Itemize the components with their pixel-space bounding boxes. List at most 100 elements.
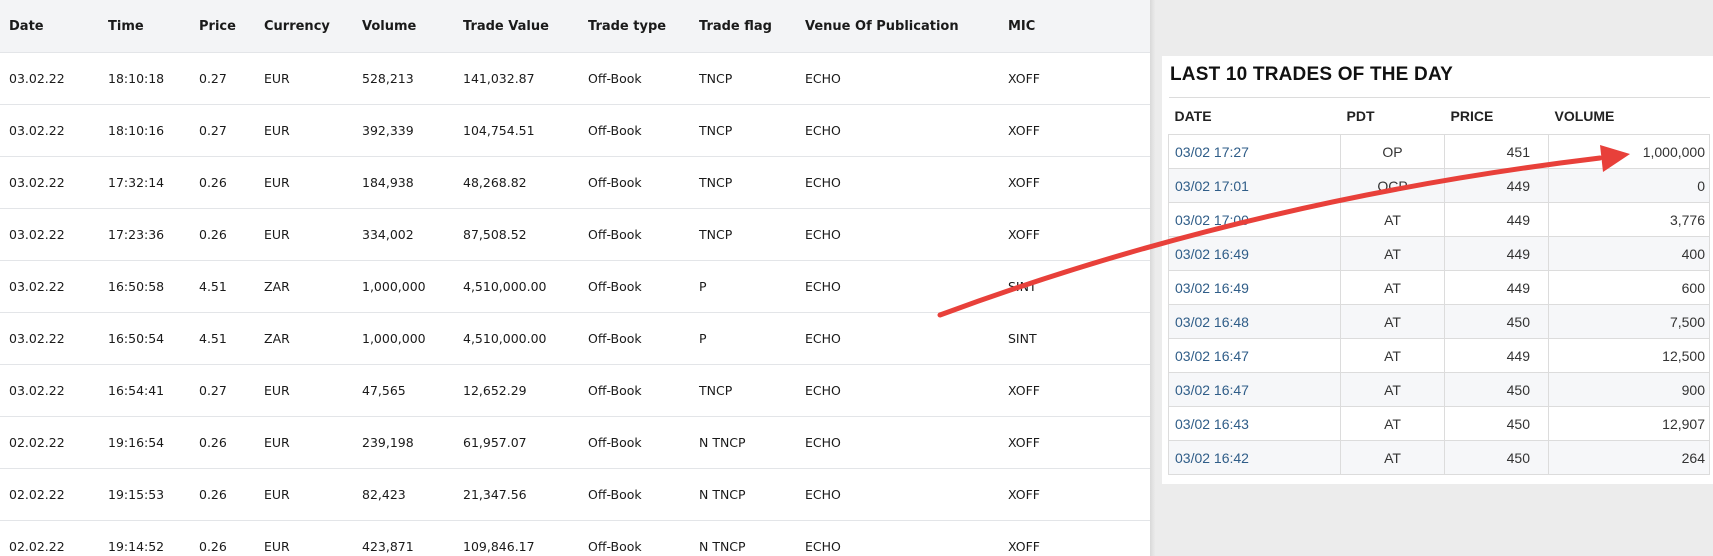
trade-date[interactable]: 03/02 16:48: [1168, 304, 1341, 339]
cell-volume: 392,339: [353, 104, 454, 157]
cell-volume: 423,871: [353, 520, 454, 556]
cell-volume: 239,198: [353, 416, 454, 469]
trade-price: 451: [1444, 134, 1549, 169]
column-header-trade-flag[interactable]: Trade flag: [690, 0, 796, 53]
cell-mic: XOFF: [999, 208, 1150, 261]
cell-trade-type: Off-Book: [579, 416, 690, 469]
trade-pdt: AT: [1340, 202, 1445, 237]
trade-date-link[interactable]: 03/02 17:00: [1175, 212, 1249, 228]
trade-date-link[interactable]: 03/02 16:48: [1175, 314, 1249, 330]
trade-pdt: AT: [1340, 440, 1445, 475]
table-row: 03.02.22 16:50:58 4.51 ZAR 1,000,000 4,5…: [0, 260, 1150, 313]
trade-history-panel: Date Time Price Currency Volume Trade Va…: [0, 0, 1150, 556]
cell-price: 0.27: [190, 364, 255, 417]
cell-price: 0.27: [190, 52, 255, 105]
trade-volume: 3,776: [1548, 202, 1710, 237]
trade-date[interactable]: 03/02 16:49: [1168, 236, 1341, 271]
last-trades-window: LAST 10 TRADES OF THE DAY DATE PDT PRICE…: [1156, 0, 1713, 556]
cell-trade-flag: TNCP: [690, 104, 796, 157]
trade-volume: 12,907: [1548, 406, 1710, 441]
cell-trade-type: Off-Book: [579, 312, 690, 365]
cell-trade-value: 4,510,000.00: [454, 260, 579, 313]
table-row: 03.02.22 18:10:18 0.27 EUR 528,213 141,0…: [0, 52, 1150, 105]
cell-venue: ECHO: [796, 104, 999, 157]
column-header-pdt: PDT: [1340, 97, 1445, 135]
column-header-mic[interactable]: MIC: [999, 0, 1150, 53]
cell-date: 03.02.22: [0, 104, 99, 157]
cell-time: 17:23:36: [99, 208, 190, 261]
cell-volume: 1,000,000: [353, 312, 454, 365]
trade-date-link[interactable]: 03/02 17:01: [1175, 178, 1249, 194]
column-header-volume[interactable]: Volume: [353, 0, 454, 53]
cell-trade-value: 141,032.87: [454, 52, 579, 105]
trade-price: 449: [1444, 236, 1549, 271]
trade-date[interactable]: 03/02 17:01: [1168, 168, 1341, 203]
cell-trade-value: 87,508.52: [454, 208, 579, 261]
cell-trade-value: 12,652.29: [454, 364, 579, 417]
cell-trade-type: Off-Book: [579, 364, 690, 417]
trade-row: 03/02 16:47 AT 449 12,500: [1168, 338, 1710, 373]
cell-volume: 334,002: [353, 208, 454, 261]
trade-date-link[interactable]: 03/02 16:47: [1175, 382, 1249, 398]
cell-price: 0.26: [190, 156, 255, 209]
trade-pdt: AT: [1340, 236, 1445, 271]
trade-row: 03/02 16:48 AT 450 7,500: [1168, 304, 1710, 339]
trade-volume: 1,000,000: [1548, 134, 1710, 169]
cell-currency: EUR: [255, 416, 353, 469]
trade-date[interactable]: 03/02 16:47: [1168, 338, 1341, 373]
trade-pdt: OCP: [1340, 168, 1445, 203]
trade-row: 03/02 16:42 AT 450 264: [1168, 440, 1710, 475]
trade-date-link[interactable]: 03/02 16:49: [1175, 246, 1249, 262]
trade-date-link[interactable]: 03/02 17:27: [1175, 144, 1249, 160]
trade-date-link[interactable]: 03/02 16:43: [1175, 416, 1249, 432]
cell-trade-flag: P: [690, 260, 796, 313]
cell-trade-value: 109,846.17: [454, 520, 579, 556]
cell-mic: XOFF: [999, 156, 1150, 209]
trade-date[interactable]: 03/02 17:27: [1168, 134, 1341, 169]
table-row: 03.02.22 16:50:54 4.51 ZAR 1,000,000 4,5…: [0, 312, 1150, 365]
last-trades-body: 03/02 17:27 OP 451 1,000,000 03/02 17:01…: [1168, 134, 1710, 475]
trade-pdt: AT: [1340, 406, 1445, 441]
cell-trade-flag: N TNCP: [690, 468, 796, 521]
trade-date[interactable]: 03/02 16:42: [1168, 440, 1341, 475]
trade-volume: 0: [1548, 168, 1710, 203]
trade-date[interactable]: 03/02 17:00: [1168, 202, 1341, 237]
cell-mic: XOFF: [999, 468, 1150, 521]
cell-trade-value: 61,957.07: [454, 416, 579, 469]
cell-trade-type: Off-Book: [579, 520, 690, 556]
cell-venue: ECHO: [796, 156, 999, 209]
column-header-date: DATE: [1168, 97, 1341, 135]
trade-price: 449: [1444, 270, 1549, 305]
trade-date-link[interactable]: 03/02 16:49: [1175, 280, 1249, 296]
column-header-trade-type[interactable]: Trade type: [579, 0, 690, 53]
cell-time: 16:50:58: [99, 260, 190, 313]
trade-pdt: OP: [1340, 134, 1445, 169]
trade-price: 449: [1444, 338, 1549, 373]
trade-price: 449: [1444, 202, 1549, 237]
column-header-currency[interactable]: Currency: [255, 0, 353, 53]
cell-trade-value: 21,347.56: [454, 468, 579, 521]
column-header-venue[interactable]: Venue Of Publication: [796, 0, 999, 53]
cell-time: 16:54:41: [99, 364, 190, 417]
trade-pdt: AT: [1340, 372, 1445, 407]
column-header-time[interactable]: Time: [99, 0, 190, 53]
cell-trade-value: 48,268.82: [454, 156, 579, 209]
trade-price: 449: [1444, 168, 1549, 203]
trade-date-link[interactable]: 03/02 16:42: [1175, 450, 1249, 466]
column-header-price[interactable]: Price: [190, 0, 255, 53]
trade-date[interactable]: 03/02 16:47: [1168, 372, 1341, 407]
column-header-date[interactable]: Date: [0, 0, 99, 53]
cell-currency: ZAR: [255, 260, 353, 313]
cell-trade-flag: TNCP: [690, 364, 796, 417]
cell-date: 03.02.22: [0, 364, 99, 417]
column-header-trade-value[interactable]: Trade Value: [454, 0, 579, 53]
cell-volume: 528,213: [353, 52, 454, 105]
cell-price: 0.26: [190, 208, 255, 261]
trade-date-link[interactable]: 03/02 16:47: [1175, 348, 1249, 364]
trade-row: 03/02 17:01 OCP 449 0: [1168, 168, 1710, 203]
trade-date[interactable]: 03/02 16:43: [1168, 406, 1341, 441]
cell-mic: XOFF: [999, 364, 1150, 417]
cell-volume: 47,565: [353, 364, 454, 417]
cell-currency: EUR: [255, 104, 353, 157]
trade-date[interactable]: 03/02 16:49: [1168, 270, 1341, 305]
